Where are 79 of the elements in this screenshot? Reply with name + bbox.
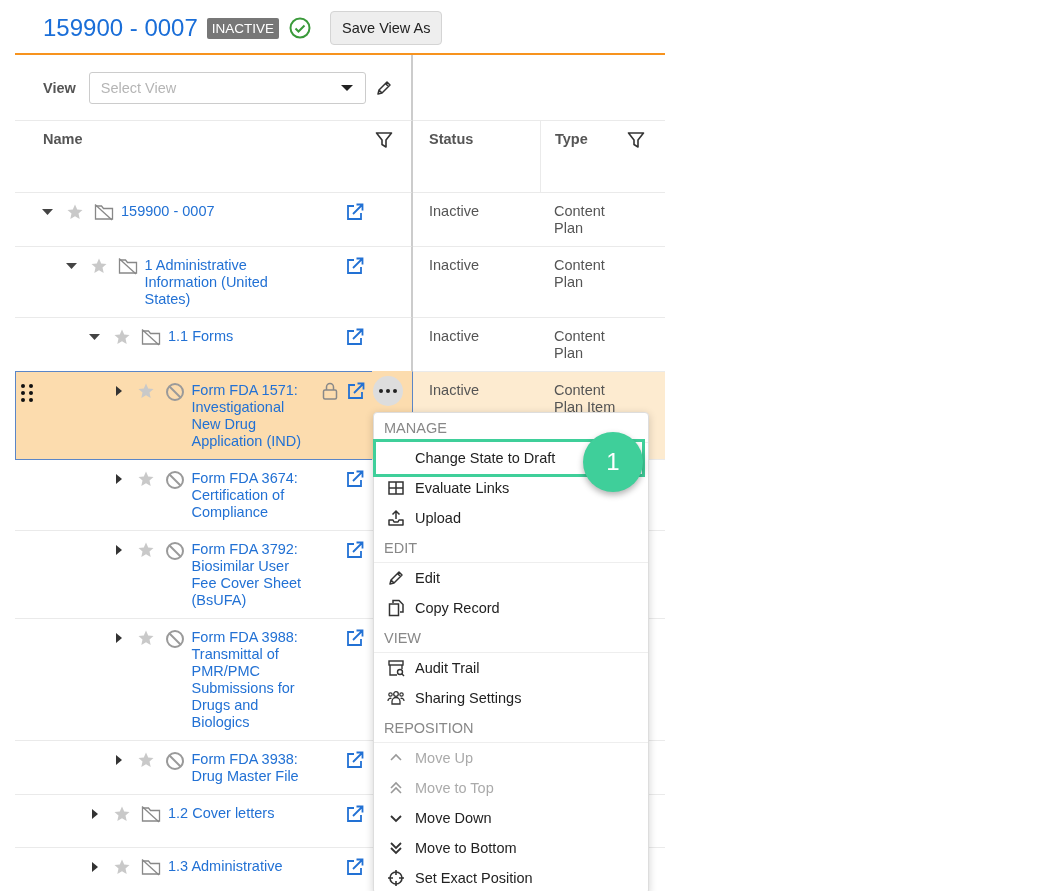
- external-link-icon[interactable]: [347, 382, 365, 400]
- blocked-icon: [164, 470, 185, 490]
- tree-item-link[interactable]: Form FDA 3792: Biosimilar User Fee Cover Sheet (BsUFA): [191, 541, 316, 609]
- more-actions-button[interactable]: [373, 376, 403, 406]
- check-circle-icon: [289, 17, 312, 39]
- column-header[interactable]: Name: [43, 131, 83, 147]
- tree-item-link[interactable]: 1 Administrative Information (United States): [144, 257, 316, 308]
- struck-folder-icon: [141, 858, 161, 876]
- crosshair-icon: [387, 869, 405, 887]
- column-header[interactable]: Status: [429, 131, 474, 147]
- upload-icon: [387, 509, 405, 527]
- blocked-icon: [164, 751, 185, 771]
- menu-item[interactable]: Audit Trail: [374, 653, 648, 683]
- struck-folder-icon: [94, 203, 114, 221]
- star-icon[interactable]: [67, 204, 83, 220]
- struck-folder-icon: [141, 805, 161, 823]
- tree-item-link[interactable]: 1.3 Administrative: [168, 858, 316, 875]
- tree-item-link[interactable]: 1.1 Forms: [168, 328, 316, 345]
- star-icon[interactable]: [137, 471, 154, 487]
- edit-pencil-icon: [374, 78, 393, 97]
- menu-section-header: EDIT: [374, 533, 648, 563]
- menu-item[interactable]: Sharing Settings: [374, 683, 648, 713]
- dropdown-caret-icon: [340, 83, 353, 92]
- external-link-icon[interactable]: [346, 629, 364, 647]
- struck-folder-icon: [141, 328, 161, 346]
- drag-handle-icon[interactable]: [20, 383, 34, 403]
- external-link-icon[interactable]: [346, 858, 364, 876]
- star-icon[interactable]: [137, 630, 154, 646]
- double-chevron-down-icon: [387, 839, 405, 857]
- type-cell-text: Content Plan: [554, 203, 606, 237]
- external-link-icon[interactable]: [346, 328, 364, 346]
- type-cell-text: Content Plan: [554, 257, 606, 291]
- menu-section-header: VIEW: [374, 623, 648, 653]
- external-link-icon[interactable]: [346, 805, 364, 823]
- star-icon[interactable]: [114, 329, 130, 345]
- copy-icon: [387, 599, 405, 617]
- star-icon[interactable]: [114, 806, 130, 822]
- people-icon: [387, 689, 405, 707]
- record-title: 159900 - 0007: [43, 14, 198, 42]
- view-label: View: [43, 79, 76, 96]
- filter-icon[interactable]: [375, 131, 393, 149]
- pencil-icon: [387, 569, 405, 587]
- menu-item[interactable]: Move to Bottom: [374, 833, 648, 863]
- external-link-icon[interactable]: [346, 470, 364, 488]
- star-icon[interactable]: [137, 383, 154, 399]
- audit-trail-icon: [387, 659, 405, 677]
- tree-item-link[interactable]: 159900 - 0007: [121, 203, 316, 220]
- status-badge: INACTIVE: [206, 17, 280, 39]
- tree-item-link[interactable]: Form FDA 3674: Certification of Compliance: [191, 470, 316, 521]
- tree-item-link[interactable]: Form FDA 3938: Drug Master File: [191, 751, 316, 785]
- external-link-icon[interactable]: [346, 751, 364, 769]
- tree-item-link[interactable]: Form FDA 3988: Transmittal of PMR/PMC Submissions for Drugs and Biologics: [191, 629, 316, 731]
- star-icon[interactable]: [137, 542, 154, 558]
- menu-item[interactable]: Upload: [374, 503, 648, 533]
- menu-item[interactable]: Set Exact Position: [374, 863, 648, 891]
- status-cell: Inactive: [413, 247, 540, 318]
- blocked-icon: [164, 382, 185, 402]
- star-icon[interactable]: [114, 859, 130, 875]
- type-cell-text: Content Plan: [554, 328, 606, 362]
- star-icon[interactable]: [90, 258, 107, 274]
- menu-section-header: REPOSITION: [374, 713, 648, 743]
- struck-folder-icon: [117, 257, 138, 275]
- external-link-icon[interactable]: [346, 257, 364, 275]
- external-link-icon[interactable]: [346, 203, 364, 221]
- status-cell: Inactive: [413, 193, 540, 247]
- save-view-as-button[interactable]: Save View As: [330, 11, 443, 45]
- star-icon[interactable]: [137, 752, 154, 768]
- blocked-icon: [164, 629, 185, 649]
- grid-icon: [387, 479, 405, 497]
- menu-item[interactable]: Edit: [374, 563, 648, 593]
- external-link-icon[interactable]: [346, 541, 364, 559]
- filter-icon[interactable]: [627, 131, 645, 149]
- type-cell-text: Content Plan Item: [554, 382, 617, 416]
- tree-item-link[interactable]: 1.2 Cover letters: [168, 805, 316, 822]
- column-header[interactable]: Type: [555, 131, 588, 147]
- menu-item[interactable]: Copy Record: [374, 593, 648, 623]
- menu-item[interactable]: Move Down: [374, 803, 648, 833]
- step-number-badge: 1: [583, 432, 643, 492]
- blocked-icon: [164, 541, 185, 561]
